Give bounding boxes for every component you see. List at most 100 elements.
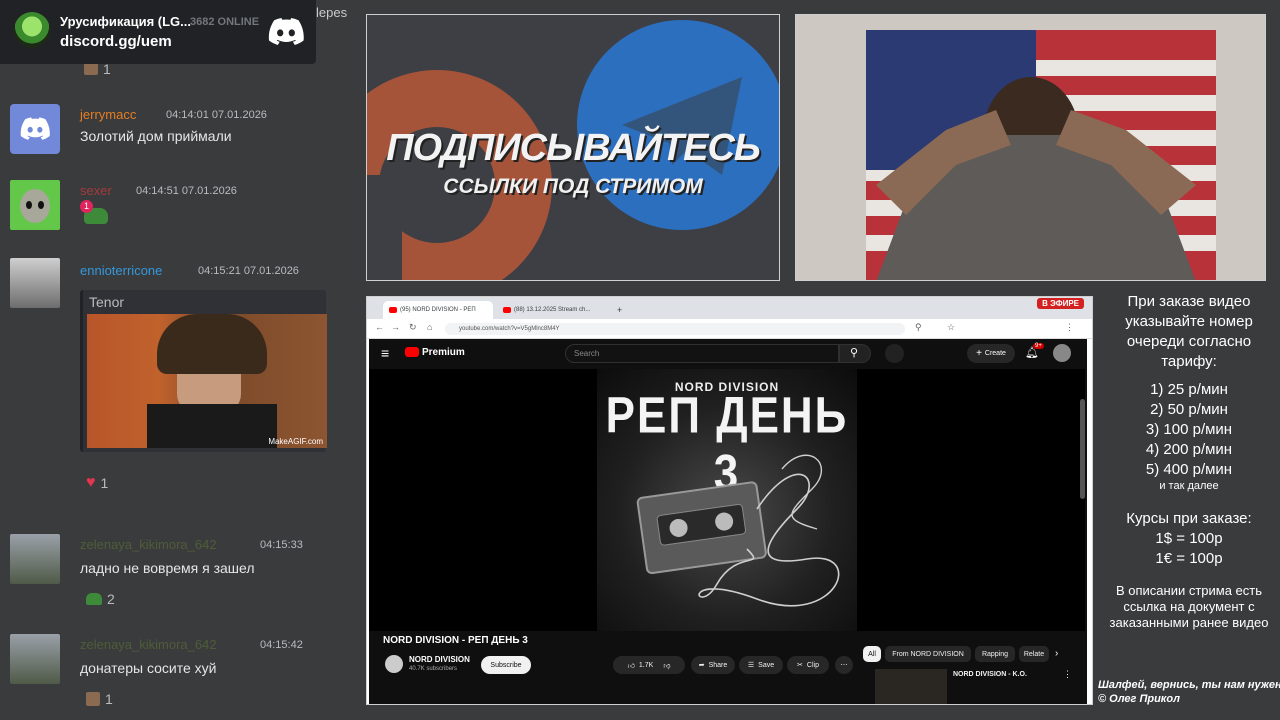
channel-name[interactable]: NORD DIVISION xyxy=(409,655,470,664)
new-tab-button[interactable]: + xyxy=(611,301,628,319)
subscriber-count: 40.7K subscribers xyxy=(409,666,458,672)
like-count: 1.7K xyxy=(638,661,654,669)
timestamp: 04:14:01 07.01.2026 xyxy=(166,109,267,121)
tariff-2: 2) 50 р/мин xyxy=(1150,401,1228,418)
search-button[interactable]: ⚲ xyxy=(839,344,871,363)
thumbs-up-icon: 👍︎ xyxy=(627,662,635,670)
username[interactable]: ennioterricone xyxy=(80,263,162,278)
channel-avatar[interactable] xyxy=(385,655,403,673)
chip-rapping[interactable]: Rapping xyxy=(975,646,1015,662)
tariff-3: 3) 100 р/мин xyxy=(1145,421,1233,438)
scissors-icon: ✂ xyxy=(797,662,803,669)
chip-all[interactable]: All xyxy=(863,646,881,662)
reaction-chip[interactable]: 2 xyxy=(80,588,121,610)
chat-message: sexer 04:14:51 07.01.2026 1 xyxy=(0,178,356,248)
menu-dots-icon[interactable]: ⋮ xyxy=(1065,322,1074,333)
zoom-icon[interactable]: ⚲ xyxy=(915,322,922,333)
tariff-4: 4) 200 р/мин xyxy=(1145,441,1233,458)
recommended-thumbnail[interactable] xyxy=(875,669,947,704)
search-icon: ⚲ xyxy=(850,347,859,359)
plus-icon: + xyxy=(976,348,982,359)
message-text: Золотий дом приймали xyxy=(80,128,232,144)
chip-from-channel[interactable]: From NORD DIVISION xyxy=(885,646,971,662)
video-player[interactable]: NORD DIVISION РЕП ДЕНЬ 3 xyxy=(369,369,1085,631)
promo-subtitle: ССЫЛКИ ПОД СТРИМОМ xyxy=(443,175,703,198)
timestamp: 04:15:42 xyxy=(260,639,303,651)
video-title: NORD DIVISION - РЕП ДЕНЬ 3 xyxy=(383,635,528,646)
chat-message: zelenaya_kikimora_642 04:15:33 ладно не … xyxy=(0,534,356,614)
url-field[interactable]: youtube.com/watch?v=V5gMlnc8M4Y xyxy=(445,323,905,335)
gif-image[interactable]: MakeAGIF.com xyxy=(87,314,327,448)
chat-feed: 1 jerrymacc 04:14:01 07.01.2026 Золотий … xyxy=(0,64,356,720)
server-name: Урусификация (LG... xyxy=(60,14,191,29)
embed-provider: Tenor xyxy=(89,294,125,310)
discord-widget[interactable]: Урусификация (LG... 3682 ONLINE discord.… xyxy=(0,0,316,64)
pepe-emoji-icon: 1 xyxy=(80,200,112,226)
like-dislike-group[interactable]: 👍︎ 1.7K 👎︎ xyxy=(613,656,685,674)
tab-active[interactable]: (95) NORD DIVISION - РЕП xyxy=(383,301,493,319)
tab-title: (95) NORD DIVISION - РЕП xyxy=(400,307,476,313)
forward-icon[interactable]: → xyxy=(391,322,400,332)
webcam-scene-icon xyxy=(796,15,1265,280)
reaction-chip[interactable]: 1 xyxy=(80,688,119,710)
share-button[interactable]: ➦ Share xyxy=(691,656,735,674)
hamburger-menu-icon[interactable]: ≡ xyxy=(381,345,389,361)
online-count: 3682 ONLINE xyxy=(190,16,260,28)
bottom-note-line: Шалфей, вернись, ты нам нужен. xyxy=(1098,679,1280,691)
scrollbar[interactable] xyxy=(1080,399,1085,499)
notification-badge: 1 xyxy=(80,200,93,213)
youtube-logo-text[interactable]: Premium xyxy=(422,347,465,358)
timestamp: 04:15:33 xyxy=(260,539,303,551)
youtube-logo-icon[interactable] xyxy=(405,347,419,357)
gif-embed[interactable]: Tenor MakeAGIF.com xyxy=(80,290,327,452)
browser-window: (95) NORD DIVISION - РЕП (88) 13.12.2025… xyxy=(366,296,1093,705)
notification-badge: 9+ xyxy=(1033,343,1044,349)
live-badge: В ЭФИРЕ xyxy=(1037,298,1084,309)
create-button[interactable]: + Create xyxy=(967,344,1015,363)
gif-watermark: MakeAGIF.com xyxy=(268,437,323,446)
username[interactable]: zelenaya_kikimora_642 xyxy=(80,537,217,552)
rate-usd: 1$ = 100р xyxy=(1155,530,1223,547)
stream-overlay: Урусификация (LG... 3682 ONLINE discord.… xyxy=(0,0,1280,720)
chevron-right-icon[interactable]: › xyxy=(1055,648,1058,659)
menu-dots-icon[interactable]: ⋮ xyxy=(1063,669,1072,680)
order-intro: При заказе видео указывайте номер очеред… xyxy=(1125,293,1253,370)
soldier-avatar xyxy=(10,534,60,584)
youtube-icon xyxy=(389,307,397,313)
username[interactable]: zelenaya_kikimora_642 xyxy=(80,637,217,652)
search-input[interactable]: Search xyxy=(565,344,839,363)
reaction-count: 1 xyxy=(105,691,113,707)
reload-icon[interactable]: ↻ xyxy=(409,322,417,333)
chat-message: zelenaya_kikimora_642 04:15:42 донатеры … xyxy=(0,634,356,714)
chip-related[interactable]: Relate xyxy=(1019,646,1049,662)
save-button[interactable]: ☰ Save xyxy=(739,656,783,674)
chat-message: ennioterricone 04:15:21 07.01.2026 Tenor… xyxy=(0,258,356,518)
username[interactable]: jerrymacc xyxy=(80,107,136,122)
reaction-count: 1 xyxy=(100,475,109,491)
username[interactable]: sexer xyxy=(80,183,112,198)
recommended-title[interactable]: NORD DIVISION - K.O. xyxy=(953,671,1027,678)
reaction-chip[interactable]: 1 xyxy=(78,64,117,80)
order-info: При заказе видео указывайте номер очеред… xyxy=(1098,292,1280,631)
clip-button[interactable]: ✂ Clip xyxy=(787,656,829,674)
invite-link[interactable]: discord.gg/uem xyxy=(60,33,172,50)
promo-panel: ПОДПИСЫВАЙТЕСЬ ССЫЛКИ ПОД СТРИМОМ xyxy=(366,14,780,281)
tab-inactive[interactable]: (88) 13.12.2025 Stream ch... xyxy=(497,301,607,319)
discord-default-avatar xyxy=(10,104,60,154)
mic-icon[interactable] xyxy=(885,344,904,363)
more-actions-button[interactable]: ⋯ xyxy=(835,656,853,674)
message-text: ладно не вовремя я зашел xyxy=(80,560,255,576)
bookmark-star-icon[interactable]: ☆ xyxy=(947,322,955,333)
reaction-chip[interactable]: ♥ 1 xyxy=(80,472,114,494)
album-cover: NORD DIVISION РЕП ДЕНЬ 3 xyxy=(597,369,857,631)
home-icon[interactable]: ⌂ xyxy=(427,322,432,332)
save-icon: ☰ xyxy=(747,662,755,669)
bottom-note-copyright: © Олег Прикол xyxy=(1098,693,1180,705)
account-avatar[interactable] xyxy=(1053,344,1071,362)
message-text: донатеры сосите хуй xyxy=(80,660,217,676)
rates-title: Курсы при заказе: xyxy=(1126,510,1252,527)
back-icon[interactable]: ← xyxy=(375,322,384,332)
promo-title: ПОДПИСЫВАЙТЕСЬ xyxy=(386,127,761,169)
subscribe-button[interactable]: Subscribe xyxy=(481,656,531,674)
tab-bar: (95) NORD DIVISION - РЕП (88) 13.12.2025… xyxy=(367,297,1092,319)
